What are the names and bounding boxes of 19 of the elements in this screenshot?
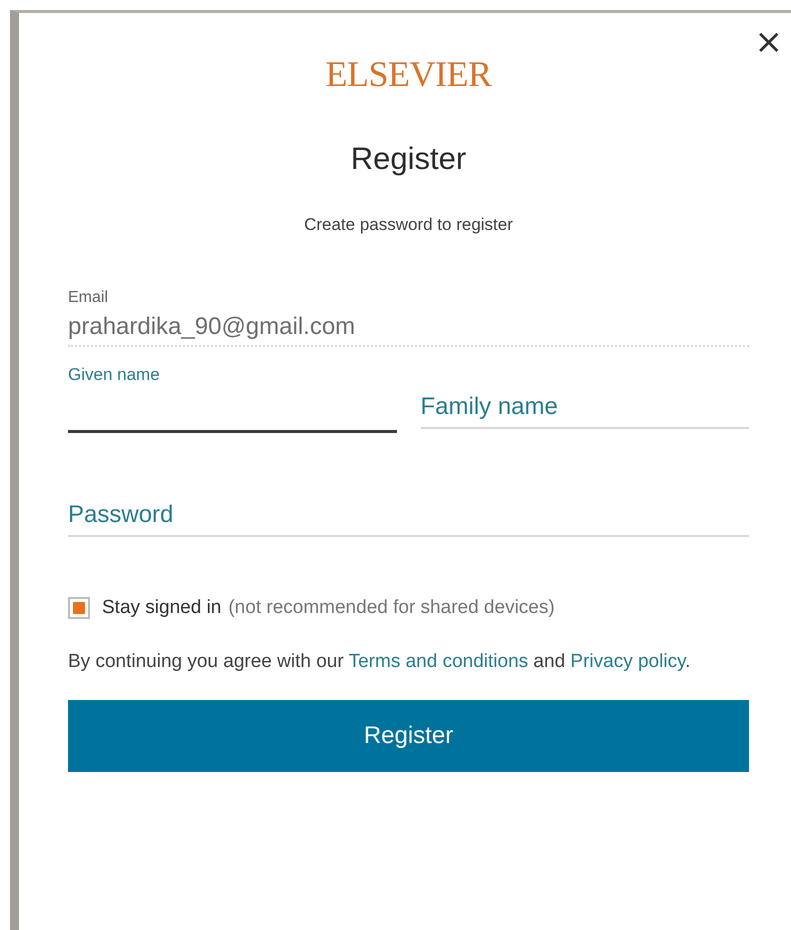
privacy-link[interactable]: Privacy policy (570, 651, 686, 672)
checkbox-label[interactable]: Stay signed in (102, 597, 222, 619)
consent-text: By continuing you agree with our Terms and conditions and Privacy policy. (68, 650, 692, 674)
terms-link[interactable]: Terms and conditions (348, 651, 528, 672)
dialog-title: Register (350, 141, 466, 177)
text-field[interactable]: Family name (420, 369, 749, 429)
email-field[interactable]: Email prahardika_90@gmail.com (68, 289, 749, 347)
checkbox-note: (not recommended for shared devices) (228, 597, 555, 619)
subtitle: Create password to register (304, 215, 513, 235)
field-label: Family name (420, 393, 558, 421)
field-label: Email (68, 289, 108, 307)
checkbox[interactable] (68, 597, 90, 619)
field-value: prahardika_90@gmail.com (68, 313, 356, 341)
field-label: Password (68, 501, 174, 529)
close-button[interactable]: × (752, 27, 785, 57)
logo: ELSEVIER (326, 53, 492, 95)
password-field[interactable]: Password (68, 485, 749, 537)
text-field[interactable]: Given name (68, 369, 396, 433)
register-button[interactable]: Register (68, 700, 749, 772)
